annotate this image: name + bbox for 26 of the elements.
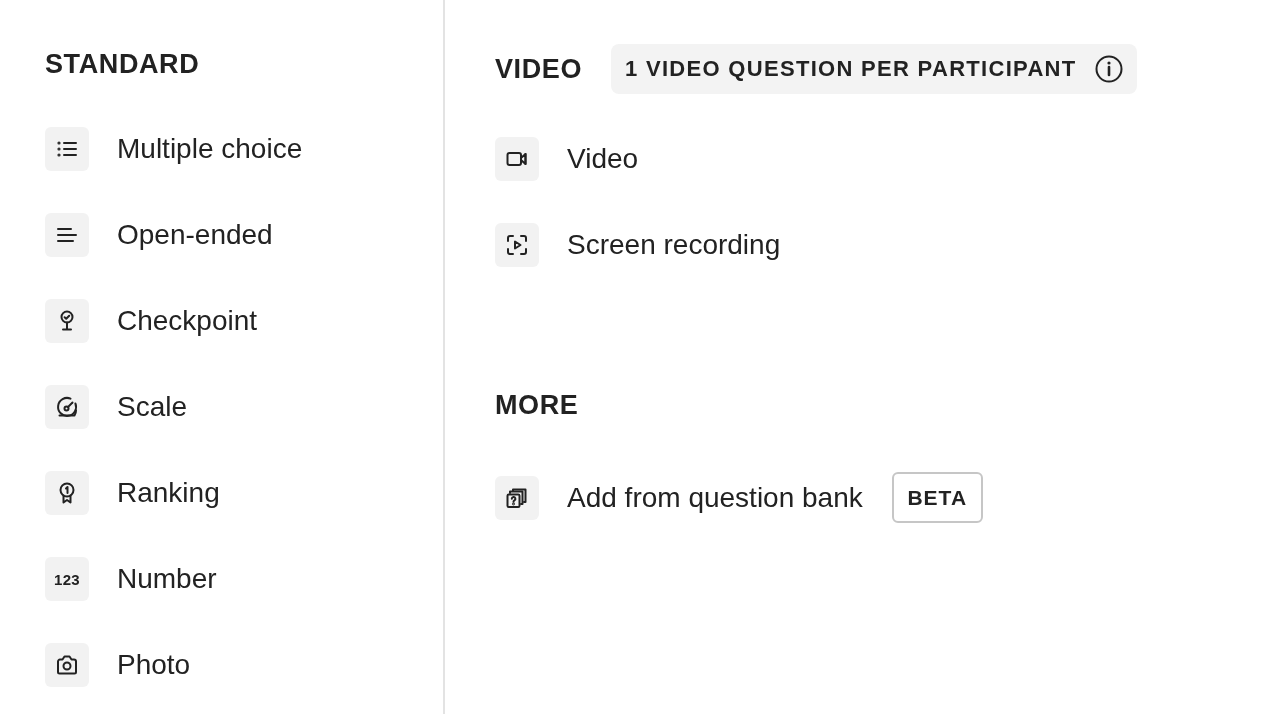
question-type-item[interactable]: Scale [45,385,188,429]
question-type-item[interactable]: 123 Number [45,557,217,601]
section-heading: VIDEO [495,53,583,85]
gauge-icon [45,385,89,429]
list-icon [45,127,89,171]
info-icon[interactable] [1094,55,1123,83]
number-icon: 123 [45,557,89,601]
pin-check-icon [45,299,89,343]
camera-icon [45,643,89,687]
question-type-item[interactable]: Ranking [45,471,220,515]
question-type-item[interactable]: Multiple choice [45,127,303,171]
question-type-item[interactable]: Add from question bank BETA [495,472,983,523]
beta-tag: BETA [891,472,983,523]
stacked-question-icon [495,475,539,520]
question-type-item[interactable]: Screen recording [495,223,781,267]
section-heading: STANDARD [45,48,201,80]
question-type-item[interactable]: Video [495,137,639,181]
text-lines-icon [45,213,89,257]
section-heading: MORE [495,389,580,421]
screen-record-icon [495,223,539,267]
video-camera-icon [495,137,539,181]
medal-icon [45,471,89,515]
limit-text: 1 VIDEO QUESTION PER PARTICIPANT [625,56,1077,82]
question-type-item[interactable]: Checkpoint [45,299,258,343]
question-type-item[interactable]: Photo [45,643,191,687]
question-type-item[interactable]: Open-ended [45,213,273,257]
